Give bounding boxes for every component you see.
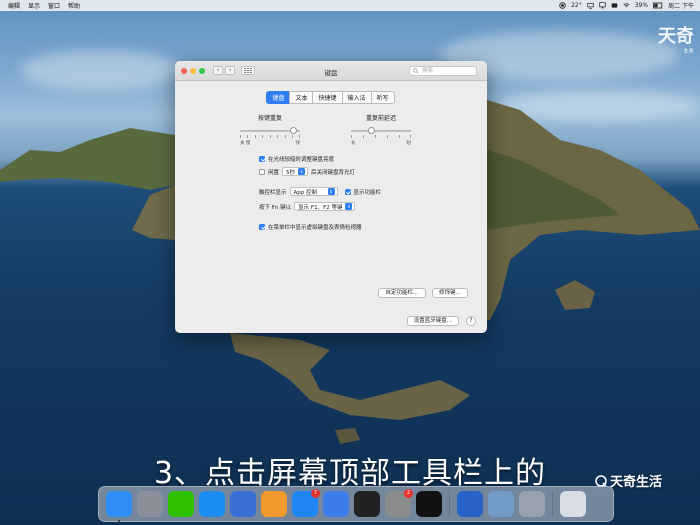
show-strip-label[interactable]: 显示功能栏: [354, 188, 382, 196]
dock-badge: 7: [311, 489, 320, 498]
modifier-keys-button[interactable]: 修饰键…: [432, 288, 468, 298]
idle-suffix-label: 后关闭键盘背光灯: [311, 169, 356, 176]
keyboard-preferences-window: ‹ › 键盘 搜索 键盘 文本 快捷键 输入法 听写 按键重复 关 慢 快 重复…: [175, 61, 487, 333]
search-field[interactable]: 搜索: [409, 66, 477, 76]
menu-edit[interactable]: 编辑: [8, 1, 20, 10]
idle-time-popup[interactable]: 5秒 ⇕: [282, 167, 309, 176]
clock[interactable]: 周二 下午: [668, 1, 694, 10]
repeat-delay-title: 重复前延迟: [365, 115, 396, 122]
search-icon: [413, 68, 419, 74]
dock-quicktime-icon[interactable]: [457, 491, 483, 517]
brand-logo-icon: [595, 474, 607, 487]
show-strip-checkbox[interactable]: [344, 188, 351, 195]
touchbar-value: App 控制: [293, 189, 318, 196]
help-button[interactable]: ?: [466, 316, 476, 326]
running-indicator: [118, 520, 120, 522]
touchbar-popup[interactable]: App 控制 ⇕: [289, 187, 338, 196]
dock-wechat-icon[interactable]: [168, 491, 194, 517]
key-repeat-knob[interactable]: [289, 127, 297, 134]
tab-input-sources[interactable]: 输入法: [341, 91, 372, 104]
repeat-delay-max-label: 短: [406, 141, 412, 146]
setup-bluetooth-keyboard-button[interactable]: 设置蓝牙键盘…: [407, 316, 459, 326]
fn-key-value: 显示 F1、F2 等键: [298, 204, 343, 211]
repeat-delay-slider-group: 重复前延迟 长 短: [351, 113, 412, 146]
key-repeat-ticks: [240, 135, 301, 139]
tab-text[interactable]: 文本: [289, 91, 314, 104]
dock-photo-tool-icon[interactable]: [519, 491, 545, 517]
idle-backlight-row: 闲置 5秒 ⇕ 后关闭键盘背光灯: [259, 167, 355, 176]
fn-key-popup[interactable]: 显示 F1、F2 等键 ⇕: [294, 202, 356, 211]
dock: 72: [98, 486, 614, 522]
keyboard-menu-icon[interactable]: [611, 2, 618, 9]
fn-key-row: 按下 Fn 键以 显示 F1、F2 等键 ⇕: [259, 202, 356, 211]
brand-watermark-sub: 生活: [684, 48, 694, 53]
dock-separator: [552, 491, 553, 517]
adjust-brightness-checkbox[interactable]: [259, 156, 265, 162]
popup-arrows-icon: ⇕: [298, 168, 306, 175]
idle-time-value: 5秒: [286, 169, 296, 176]
dock-app-store-icon[interactable]: 7: [292, 489, 320, 517]
key-repeat-title: 按键重复: [257, 115, 282, 122]
dock-badge: 2: [404, 489, 413, 498]
window-titlebar: ‹ › 键盘 搜索: [175, 61, 487, 81]
repeat-delay-knob[interactable]: [367, 127, 375, 134]
tab-dictation[interactable]: 听写: [370, 91, 395, 104]
record-icon[interactable]: [559, 2, 566, 9]
dock-separator: [449, 491, 450, 517]
repeat-delay-min-label: 长: [351, 141, 356, 146]
touchbar-label: 触控栏显示: [259, 189, 287, 196]
temperature-label[interactable]: 22°: [571, 2, 582, 9]
popup-arrows-icon: ⇕: [327, 188, 335, 195]
battery-icon[interactable]: [653, 2, 663, 9]
wifi-icon[interactable]: [623, 2, 630, 9]
menu-help[interactable]: 帮助: [68, 1, 80, 10]
show-viewer-label[interactable]: 在菜单栏中显示虚拟键盘及表情检视器: [268, 223, 362, 231]
show-viewer-checkbox[interactable]: [259, 224, 265, 230]
dock-finder-icon[interactable]: [106, 491, 132, 522]
tab-bar: 键盘 文本 快捷键 输入法 听写: [175, 91, 487, 104]
key-repeat-slider[interactable]: [240, 127, 300, 134]
tab-shortcuts[interactable]: 快捷键: [312, 91, 343, 104]
search-placeholder: 搜索: [422, 68, 434, 74]
fn-key-label: 按下 Fn 键以: [259, 204, 292, 211]
show-viewer-row: 在菜单栏中显示虚拟键盘及表情检视器: [259, 223, 362, 231]
dock-preview-icon[interactable]: [488, 491, 514, 517]
dock-qq-icon[interactable]: [416, 491, 442, 517]
brand-watermark-top: 天奇 生活: [658, 26, 694, 53]
key-repeat-min-label: 关 慢: [240, 141, 251, 146]
key-repeat-slider-group: 按键重复 关 慢 快: [240, 113, 301, 146]
dock-trash-icon[interactable]: [560, 491, 586, 517]
popup-arrows-icon: ⇕: [345, 203, 353, 210]
menu-bar: 编辑 显示 窗口 帮助 22° 39% 周二 下午: [0, 0, 700, 11]
dock-terminal-icon[interactable]: [354, 491, 380, 517]
menu-view[interactable]: 显示: [28, 1, 40, 10]
idle-label[interactable]: 闲置: [268, 168, 279, 176]
display-icon[interactable]: [587, 2, 594, 9]
key-repeat-max-label: 快: [295, 141, 301, 146]
menu-window[interactable]: 窗口: [48, 1, 60, 10]
tab-keyboard[interactable]: 键盘: [266, 91, 291, 104]
idle-backlight-checkbox[interactable]: [259, 168, 265, 175]
repeat-delay-ticks: [351, 135, 412, 139]
cast-icon[interactable]: [599, 2, 606, 9]
dock-upload-icon[interactable]: [323, 491, 349, 517]
touchbar-row: 触控栏显示 App 控制 ⇕ 显示功能栏: [259, 187, 381, 196]
dock-launchpad-icon[interactable]: [137, 491, 163, 517]
customize-control-strip-button[interactable]: 自定功能栏…: [378, 288, 426, 298]
dock-safari-icon[interactable]: [199, 491, 225, 517]
repeat-delay-slider[interactable]: [351, 127, 411, 134]
dock-system-preferences-icon[interactable]: 2: [385, 489, 413, 517]
dock-pages-icon[interactable]: [261, 491, 287, 517]
battery-percent[interactable]: 39%: [635, 2, 648, 9]
dock-xcode-icon[interactable]: [230, 491, 256, 517]
adjust-brightness-label[interactable]: 在光线较暗时调整键盘亮度: [268, 155, 334, 163]
adjust-brightness-row: 在光线较暗时调整键盘亮度: [259, 155, 334, 163]
